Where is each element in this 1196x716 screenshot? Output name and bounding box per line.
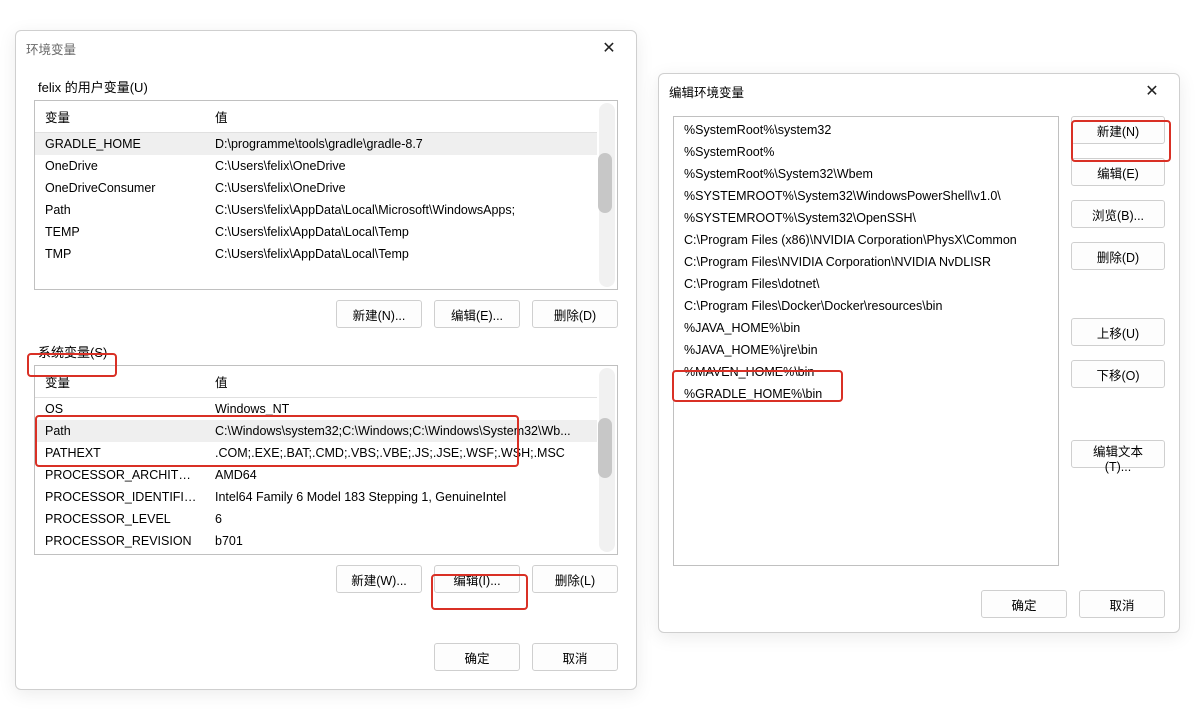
cancel-button[interactable]: 取消 [1079, 590, 1165, 618]
list-item[interactable]: %SystemRoot% [674, 141, 1058, 163]
sys-var-row[interactable]: PATHEXT .COM;.EXE;.BAT;.CMD;.VBS;.VBE;.J… [35, 442, 597, 464]
user-var-row[interactable]: TMP C:\Users\felix\AppData\Local\Temp [35, 243, 597, 265]
sys-var-row[interactable]: Path C:\Windows\system32;C:\Windows;C:\W… [35, 420, 597, 442]
list-item[interactable]: C:\Program Files\Docker\Docker\resources… [674, 295, 1058, 317]
user-var-row[interactable]: GRADLE_HOME D:\programme\tools\gradle\gr… [35, 133, 597, 156]
move-down-button[interactable]: 下移(O) [1071, 360, 1165, 388]
list-item[interactable]: C:\Program Files (x86)\NVIDIA Corporatio… [674, 229, 1058, 251]
cancel-button[interactable]: 取消 [532, 643, 618, 671]
col-var[interactable]: 变量 [35, 101, 205, 133]
ok-button[interactable]: 确定 [434, 643, 520, 671]
sys-vars-label: 系统变量(S) [38, 342, 618, 361]
list-item[interactable]: %JAVA_HOME%\jre\bin [674, 339, 1058, 361]
list-item[interactable]: %JAVA_HOME%\bin [674, 317, 1058, 339]
user-delete-button[interactable]: 删除(D) [532, 300, 618, 328]
sys-var-row[interactable]: PROCESSOR_LEVEL 6 [35, 508, 597, 530]
scrollbar[interactable] [599, 368, 615, 552]
sys-var-row[interactable]: PROCESSOR_ARCHITECT... AMD64 [35, 464, 597, 486]
new-button[interactable]: 新建(N) [1071, 116, 1165, 144]
sys-edit-button[interactable]: 编辑(I)... [434, 565, 520, 593]
list-item[interactable]: %SystemRoot%\System32\Wbem [674, 163, 1058, 185]
close-icon[interactable]: ✕ [592, 31, 626, 65]
sys-delete-button[interactable]: 删除(L) [532, 565, 618, 593]
sys-var-row[interactable]: PROCESSOR_REVISION b701 [35, 530, 597, 552]
sys-var-row[interactable]: PROCESSOR_IDENTIFIER Intel64 Family 6 Mo… [35, 486, 597, 508]
list-item[interactable]: %SystemRoot%\system32 [674, 119, 1058, 141]
close-icon[interactable]: ✕ [1135, 74, 1169, 108]
ok-button[interactable]: 确定 [981, 590, 1067, 618]
list-item[interactable]: %GRADLE_HOME%\bin [674, 383, 1058, 405]
sys-new-button[interactable]: 新建(W)... [336, 565, 422, 593]
list-item[interactable]: %SYSTEMROOT%\System32\OpenSSH\ [674, 207, 1058, 229]
user-var-row[interactable]: OneDriveConsumer C:\Users\felix\OneDrive [35, 177, 597, 199]
col-val[interactable]: 值 [205, 101, 597, 133]
edit-text-button[interactable]: 编辑文本(T)... [1071, 440, 1165, 468]
titlebar[interactable]: 编辑环境变量 ✕ [659, 74, 1179, 108]
user-edit-button[interactable]: 编辑(E)... [434, 300, 520, 328]
list-item[interactable]: C:\Program Files\NVIDIA Corporation\NVID… [674, 251, 1058, 273]
sys-vars-table[interactable]: 变量 值 OS Windows_NT Path C:\Windows\syste… [34, 365, 618, 555]
col-var[interactable]: 变量 [35, 366, 205, 398]
edit-env-var-dialog: 编辑环境变量 ✕ %SystemRoot%\system32 %SystemRo… [658, 73, 1180, 633]
move-up-button[interactable]: 上移(U) [1071, 318, 1165, 346]
env-vars-dialog: 环境变量 ✕ felix 的用户变量(U) 变量 值 GRADLE_HOME D… [15, 30, 637, 690]
dialog-title: 编辑环境变量 [669, 82, 1135, 101]
delete-button[interactable]: 删除(D) [1071, 242, 1165, 270]
browse-button[interactable]: 浏览(B)... [1071, 200, 1165, 228]
scrollbar[interactable] [599, 103, 615, 287]
list-item[interactable]: C:\Program Files\dotnet\ [674, 273, 1058, 295]
titlebar[interactable]: 环境变量 ✕ [16, 31, 636, 65]
col-val[interactable]: 值 [205, 366, 597, 398]
user-vars-label: felix 的用户变量(U) [38, 77, 618, 96]
list-item[interactable]: %SYSTEMROOT%\System32\WindowsPowerShell\… [674, 185, 1058, 207]
list-item[interactable]: %MAVEN_HOME%\bin [674, 361, 1058, 383]
user-var-row[interactable]: OneDrive C:\Users\felix\OneDrive [35, 155, 597, 177]
edit-button[interactable]: 编辑(E) [1071, 158, 1165, 186]
user-var-row[interactable]: TEMP C:\Users\felix\AppData\Local\Temp [35, 221, 597, 243]
dialog-title: 环境变量 [26, 39, 592, 58]
user-var-row[interactable]: Path C:\Users\felix\AppData\Local\Micros… [35, 199, 597, 221]
sys-var-row[interactable]: OS Windows_NT [35, 398, 597, 421]
user-vars-table[interactable]: 变量 值 GRADLE_HOME D:\programme\tools\grad… [34, 100, 618, 290]
path-list[interactable]: %SystemRoot%\system32 %SystemRoot% %Syst… [673, 116, 1059, 566]
user-new-button[interactable]: 新建(N)... [336, 300, 422, 328]
